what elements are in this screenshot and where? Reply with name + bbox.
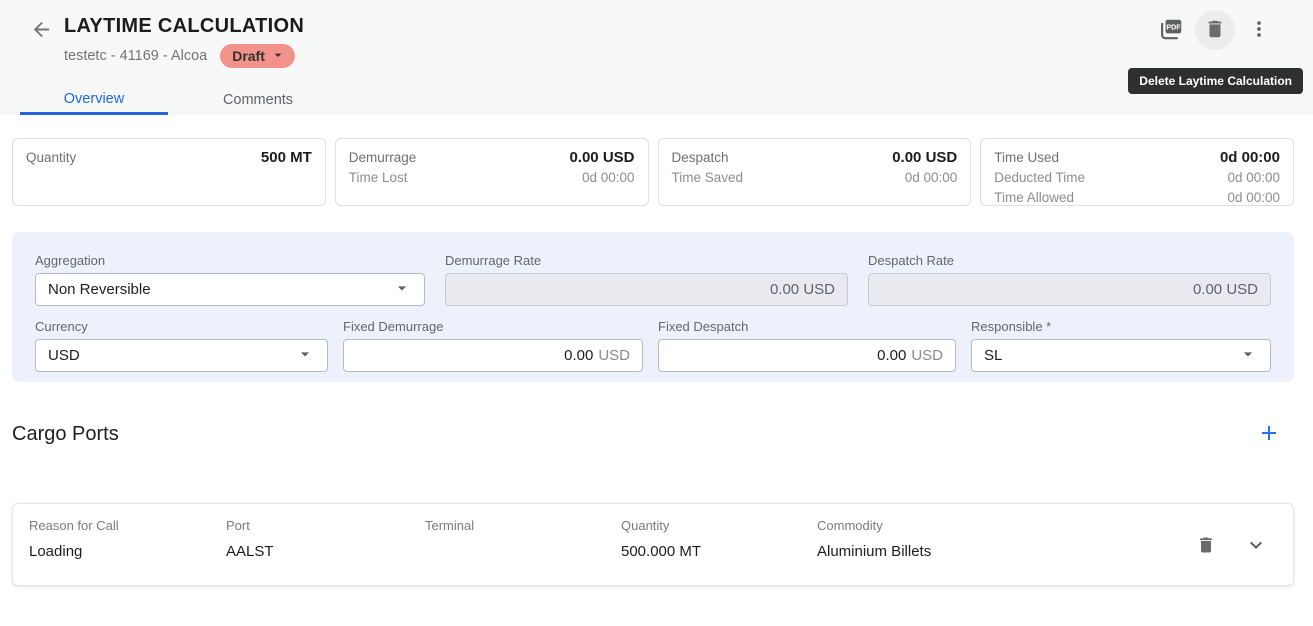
arrow-left-icon: [30, 18, 53, 44]
kebab-menu-icon: [1248, 18, 1270, 43]
responsible-label: Responsible *: [971, 319, 1271, 334]
caret-down-icon: [295, 344, 315, 368]
fixed-demurrage-label: Fixed Demurrage: [343, 319, 643, 334]
card-value: 0.00 USD: [892, 147, 957, 168]
fixed-despatch-input[interactable]: 0.00 USD: [658, 339, 956, 372]
plus-icon: [1257, 421, 1281, 448]
fixed-demurrage-unit: USD: [598, 347, 630, 364]
despatch-rate-label: Despatch Rate: [868, 253, 1271, 268]
add-cargo-port-button[interactable]: [1254, 419, 1284, 449]
card-label: Deducted Time: [994, 168, 1085, 188]
trash-icon: [1204, 18, 1226, 43]
aggregation-label: Aggregation: [35, 253, 425, 268]
card-label: Time Saved: [672, 168, 744, 188]
summary-cards-row: Quantity 500 MT Demurrage 0.00 USD Time …: [12, 138, 1294, 206]
more-options-button[interactable]: [1239, 10, 1279, 50]
fixed-despatch-value: 0.00: [877, 347, 906, 364]
fixed-despatch-unit: USD: [911, 347, 943, 364]
despatch-rate-value: 0.00 USD: [1193, 281, 1258, 298]
summary-card-quantity: Quantity 500 MT: [12, 138, 326, 206]
column-header-commodity: Commodity: [817, 518, 1193, 533]
tab-comments[interactable]: Comments: [168, 81, 348, 115]
caret-down-icon: [1238, 344, 1258, 368]
summary-card-demurrage: Demurrage 0.00 USD Time Lost 0d 00:00: [335, 138, 649, 206]
responsible-select[interactable]: SL: [971, 339, 1271, 372]
card-value: 0d 00:00: [1220, 147, 1280, 168]
demurrage-rate-label: Demurrage Rate: [445, 253, 848, 268]
delete-button[interactable]: [1195, 10, 1235, 50]
fixed-despatch-label: Fixed Despatch: [658, 319, 956, 334]
export-pdf-button[interactable]: PDF: [1151, 10, 1191, 50]
status-badge[interactable]: Draft: [220, 44, 295, 68]
card-value: 0d 00:00: [905, 168, 958, 188]
demurrage-rate-value: 0.00 USD: [770, 281, 835, 298]
card-label: Demurrage: [349, 147, 417, 168]
cell-commodity: Aluminium Billets: [817, 543, 1193, 560]
fixed-demurrage-value: 0.00: [564, 347, 593, 364]
summary-card-despatch: Despatch 0.00 USD Time Saved 0d 00:00: [658, 138, 972, 206]
aggregation-select[interactable]: Non Reversible: [35, 273, 425, 306]
aggregation-value: Non Reversible: [48, 281, 151, 298]
tab-bar: Overview Comments: [20, 81, 348, 115]
card-label: Time Used: [994, 147, 1059, 168]
card-value: 0d 00:00: [1227, 168, 1280, 188]
column-header-terminal: Terminal: [425, 518, 621, 533]
card-value: 0d 00:00: [1227, 188, 1280, 208]
chevron-down-icon: [1244, 533, 1268, 560]
currency-select[interactable]: USD: [35, 339, 328, 372]
expand-cargo-port-button[interactable]: [1243, 534, 1269, 560]
card-value: 0d 00:00: [582, 168, 635, 188]
caret-down-icon: [392, 278, 412, 302]
cell-port: AALST: [226, 543, 425, 560]
card-label: Time Lost: [349, 168, 408, 188]
cargo-ports-heading: Cargo Ports: [12, 423, 119, 446]
trash-icon: [1196, 535, 1216, 558]
voyage-subtitle: testetc - 41169 - Alcoa: [64, 48, 207, 64]
card-label: Quantity: [26, 147, 76, 168]
fixed-demurrage-input[interactable]: 0.00 USD: [343, 339, 643, 372]
delete-cargo-port-button[interactable]: [1193, 534, 1219, 560]
page-header: LAYTIME CALCULATION testetc - 41169 - Al…: [0, 0, 1313, 115]
cell-quantity: 500.000 MT: [621, 543, 817, 560]
column-header-port: Port: [226, 518, 425, 533]
demurrage-rate-field: 0.00 USD: [445, 273, 848, 306]
currency-label: Currency: [35, 319, 328, 334]
status-badge-label: Draft: [232, 48, 265, 64]
column-header-reason: Reason for Call: [29, 518, 226, 533]
page-title: LAYTIME CALCULATION: [64, 15, 304, 38]
back-button[interactable]: [28, 18, 54, 44]
currency-value: USD: [48, 347, 80, 364]
card-value: 0.00 USD: [569, 147, 634, 168]
delete-tooltip: Delete Laytime Calculation: [1128, 68, 1303, 94]
cargo-port-row: Reason for Call Loading Port AALST Termi…: [12, 503, 1294, 586]
svg-text:PDF: PDF: [1166, 23, 1181, 31]
column-header-quantity: Quantity: [621, 518, 817, 533]
laytime-terms-panel: Aggregation Non Reversible Demurrage Rat…: [12, 232, 1294, 382]
responsible-value: SL: [984, 347, 1002, 364]
card-value: 500 MT: [261, 147, 312, 168]
card-label: Time Allowed: [994, 188, 1074, 208]
card-label: Despatch: [672, 147, 729, 168]
summary-card-time-used: Time Used 0d 00:00 Deducted Time 0d 00:0…: [980, 138, 1294, 206]
despatch-rate-field: 0.00 USD: [868, 273, 1271, 306]
cell-reason-for-call: Loading: [29, 543, 226, 560]
laytime-calculation-page: LAYTIME CALCULATION testetc - 41169 - Al…: [0, 0, 1313, 626]
caret-down-icon: [270, 47, 286, 66]
tab-overview[interactable]: Overview: [20, 81, 168, 115]
pdf-icon: PDF: [1158, 16, 1184, 45]
